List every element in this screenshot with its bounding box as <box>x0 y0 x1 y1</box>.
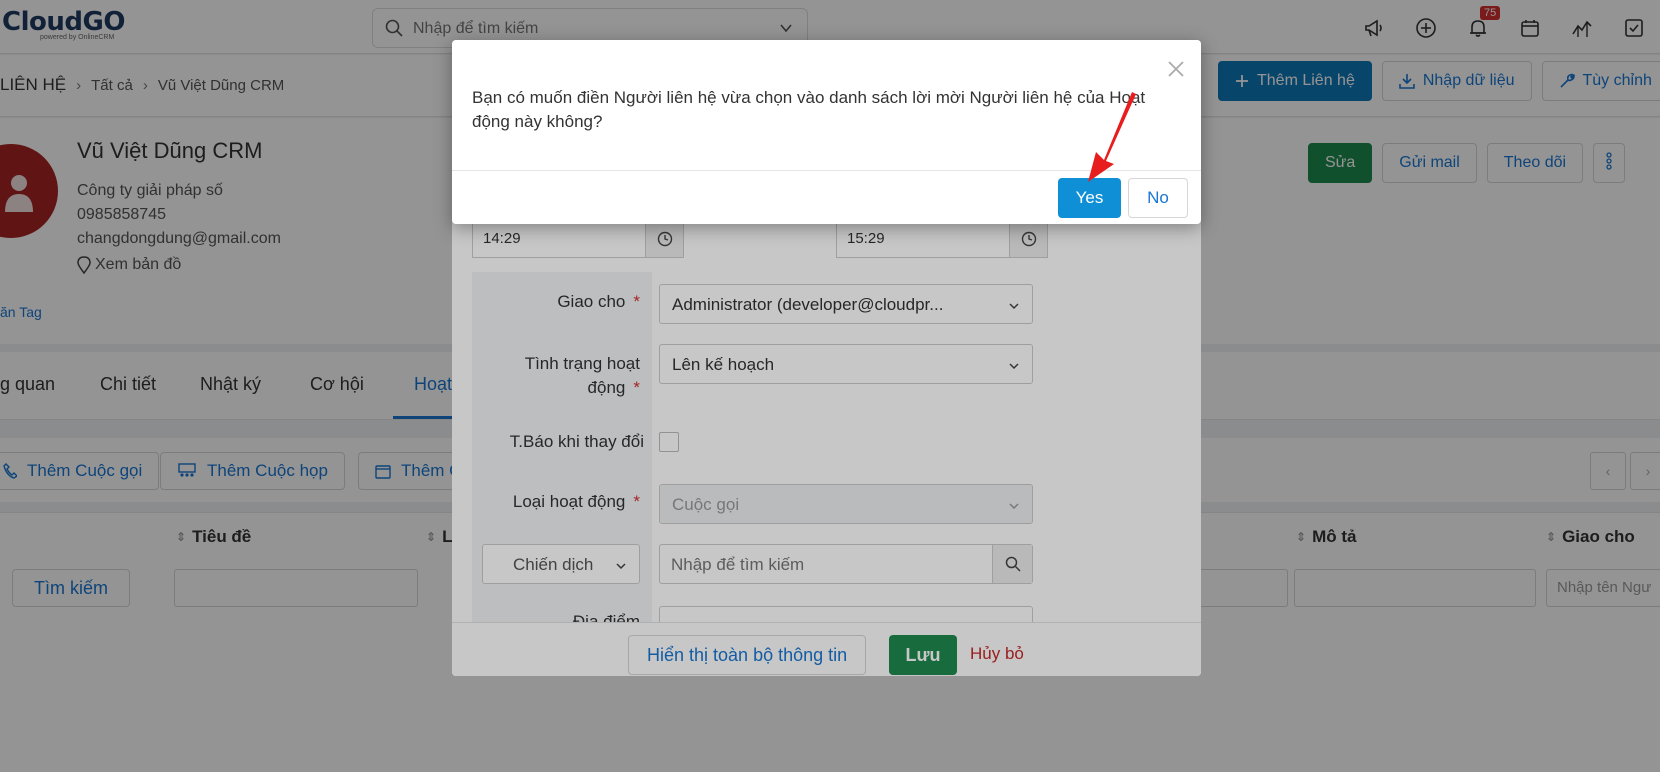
red-arrow-annotation <box>1088 92 1136 182</box>
confirm-message: Bạn có muốn điền Người liên hệ vừa chọn … <box>472 88 1146 131</box>
close-icon[interactable] <box>1165 58 1187 80</box>
